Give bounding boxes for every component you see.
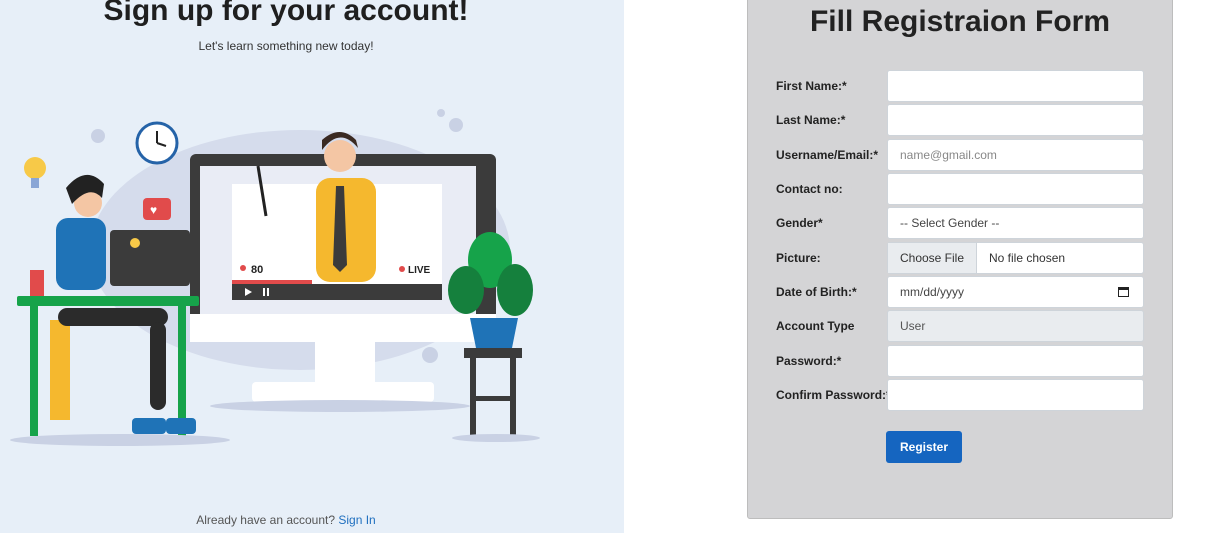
last-name-label: Last Name:* xyxy=(776,113,846,127)
password-label: Password:* xyxy=(776,354,842,368)
contact-label: Contact no: xyxy=(776,182,843,196)
picture-row: Picture: Choose File No file chosen xyxy=(776,242,1146,274)
heart-bubble-icon: ♥ xyxy=(143,198,171,220)
gender-select[interactable]: -- Select Gender -- xyxy=(887,207,1144,239)
contact-row: Contact no: xyxy=(776,173,1146,205)
confirm-password-input[interactable] xyxy=(887,379,1144,411)
first-name-row: First Name:* xyxy=(776,70,1146,102)
confirm-password-label: Confirm Password:* xyxy=(776,388,891,402)
account-type-row: Account Type User xyxy=(776,310,1146,342)
online-learning-illustration: 80 LIVE ♥ xyxy=(10,109,540,446)
signin-prompt-text: Already have an account? xyxy=(196,513,336,527)
form-title: Fill Registraion Form xyxy=(809,5,1111,38)
calendar-icon[interactable] xyxy=(1118,287,1129,297)
contact-input[interactable] xyxy=(887,173,1144,205)
dob-placeholder: mm/dd/yyyy xyxy=(900,285,965,299)
signup-subtitle: Let's learn something new today! xyxy=(198,39,374,53)
file-status: No file chosen xyxy=(989,251,1066,265)
first-name-input[interactable] xyxy=(887,70,1144,102)
svg-text:♥: ♥ xyxy=(150,203,157,217)
signup-title: Sign up for your account! xyxy=(103,0,469,27)
username-email-input[interactable]: name@gmail.com xyxy=(887,139,1144,171)
clock-icon xyxy=(135,121,179,165)
svg-text:80: 80 xyxy=(251,264,263,276)
dob-row: Date of Birth:* mm/dd/yyyy xyxy=(776,276,1146,308)
username-email-label: Username/Email:* xyxy=(776,148,879,162)
last-name-input[interactable] xyxy=(887,104,1144,136)
gender-label: Gender* xyxy=(776,216,823,230)
lightbulb-icon xyxy=(24,157,46,188)
signin-prompt: Already have an account? Sign In xyxy=(0,513,572,527)
choose-file-button[interactable]: Choose File xyxy=(888,243,977,273)
password-row: Password:* xyxy=(776,345,1146,377)
signin-link[interactable]: Sign In xyxy=(338,513,375,527)
picture-file-input[interactable]: Choose File No file chosen xyxy=(887,242,1144,274)
confirm-password-row: Confirm Password:* xyxy=(776,379,1146,411)
account-type-input: User xyxy=(887,310,1144,342)
registration-form: Fill Registraion Form First Name:* Last … xyxy=(747,0,1173,519)
last-name-row: Last Name:* xyxy=(776,104,1146,136)
dob-label: Date of Birth:* xyxy=(776,285,857,299)
username-email-row: Username/Email:* name@gmail.com xyxy=(776,139,1146,171)
svg-text:LIVE: LIVE xyxy=(408,265,431,276)
gender-row: Gender* -- Select Gender -- xyxy=(776,207,1146,239)
first-name-label: First Name:* xyxy=(776,79,847,93)
signup-hero: Sign up for your account! Let's learn so… xyxy=(0,0,624,533)
dob-input[interactable]: mm/dd/yyyy xyxy=(887,276,1144,308)
picture-label: Picture: xyxy=(776,251,821,265)
password-input[interactable] xyxy=(887,345,1144,377)
account-type-label: Account Type xyxy=(776,319,855,333)
register-button[interactable]: Register xyxy=(886,431,962,463)
